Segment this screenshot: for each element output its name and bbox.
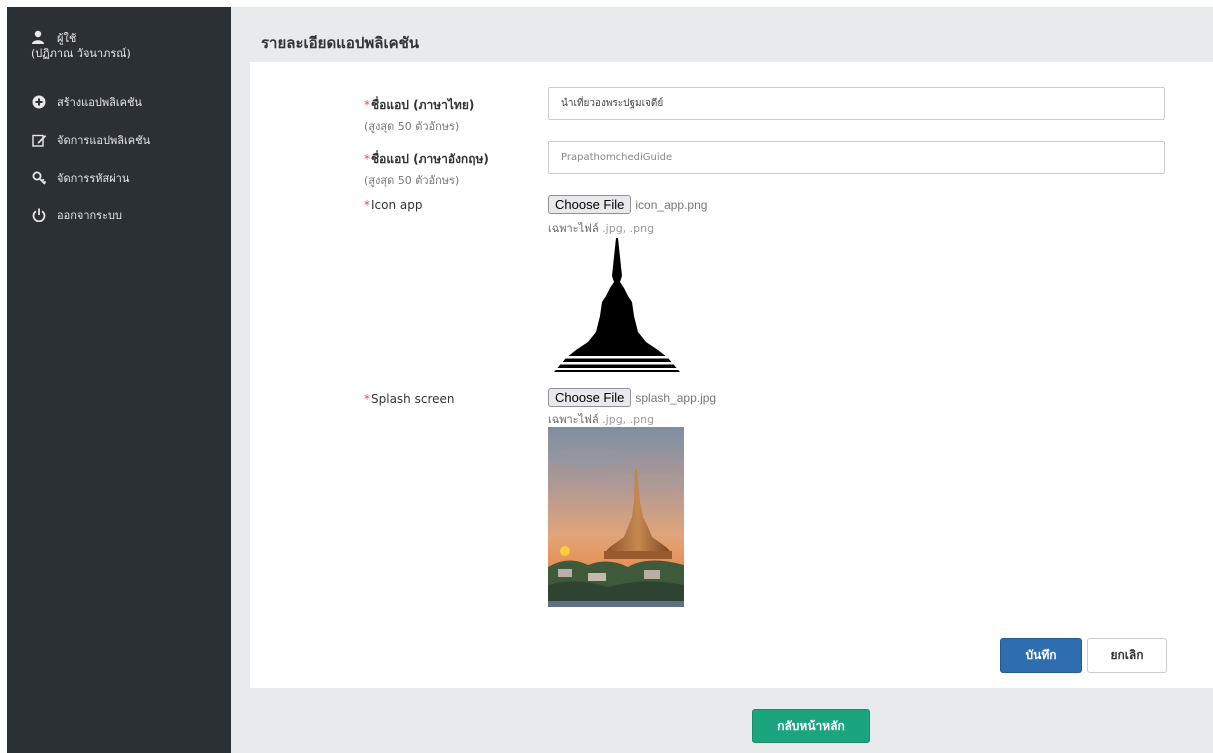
user-icon xyxy=(31,30,47,46)
edit-icon xyxy=(31,132,47,148)
required-mark: * xyxy=(364,152,370,166)
page-title: รายละเอียดแอปพลิเคชัน xyxy=(261,34,420,52)
sidebar-item-label: ออกจากระบบ xyxy=(57,209,122,222)
splash-file-hint: เฉพาะไฟล์ .jpg, .png xyxy=(548,413,655,426)
sidebar-item-create-app[interactable]: สร้างแอปพลิเคชัน xyxy=(31,93,142,111)
user-role: ผู้ใช้ xyxy=(57,31,77,45)
power-icon xyxy=(31,207,47,223)
sidebar-item-label: สร้างแอปพลิเคชัน xyxy=(57,96,142,109)
icon-app-choose-file-button[interactable]: Choose File xyxy=(548,195,632,214)
user-info: ผู้ใช้ (ปฏิภาณ วัจนาภรณ์) xyxy=(31,30,131,61)
required-mark: * xyxy=(364,392,370,406)
splash-screen-file-input: Choose File splash_app.jpg xyxy=(548,388,716,407)
sidebar: ผู้ใช้ (ปฏิภาณ วัจนาภรณ์) สร้างแอปพลิเคช… xyxy=(7,7,231,753)
stupa-icon xyxy=(553,238,681,372)
main-area: รายละเอียดแอปพลิเคชัน *ชื่อแอป (ภาษาไทย)… xyxy=(231,7,1213,753)
splash-file-name: splash_app.jpg xyxy=(635,390,717,405)
sidebar-item-manage-password[interactable]: จัดการรหัสผ่าน xyxy=(31,169,129,187)
splash-screen-preview xyxy=(548,427,684,607)
back-to-home-button[interactable]: กลับหน้าหลัก xyxy=(752,709,870,743)
plus-circle-icon xyxy=(31,94,47,110)
splash-screen-label: *Splash screen xyxy=(364,392,455,406)
required-mark: * xyxy=(364,198,370,212)
required-mark: * xyxy=(364,98,370,112)
app-name-th-input[interactable] xyxy=(548,87,1165,120)
sidebar-item-manage-app[interactable]: จัดการแอปพลิเคชัน xyxy=(31,131,150,149)
icon-app-file-input: Choose File icon_app.png xyxy=(548,195,707,214)
cancel-button[interactable]: ยกเลิก xyxy=(1087,638,1167,673)
icon-app-file-hint: เฉพาะไฟล์ .jpg, .png xyxy=(548,222,655,235)
app-name-th-hint: (สูงสุด 50 ตัวอักษร) xyxy=(364,120,460,133)
splash-photo-image xyxy=(548,427,684,607)
sidebar-item-label: จัดการรหัสผ่าน xyxy=(57,172,130,185)
icon-app-file-name: icon_app.png xyxy=(635,197,708,212)
app-name-en-label: *ชื่อแอป (ภาษาอังกฤษ) xyxy=(364,152,489,166)
icon-app-label: *Icon app xyxy=(364,198,423,212)
user-name: (ปฏิภาณ วัจนาภรณ์) xyxy=(31,47,131,60)
form-card: *ชื่อแอป (ภาษาไทย) (สูงสุด 50 ตัวอักษร) … xyxy=(250,62,1213,688)
key-icon xyxy=(31,170,47,186)
app-name-en-input[interactable] xyxy=(548,141,1165,174)
icon-app-preview xyxy=(550,236,684,374)
app-name-en-hint: (สูงสุด 50 ตัวอักษร) xyxy=(364,174,460,187)
app-name-th-label: *ชื่อแอป (ภาษาไทย) xyxy=(364,98,475,112)
sidebar-item-logout[interactable]: ออกจากระบบ xyxy=(31,206,122,224)
sidebar-item-label: จัดการแอปพลิเคชัน xyxy=(57,134,151,147)
splash-choose-file-button[interactable]: Choose File xyxy=(548,388,632,407)
save-button[interactable]: บันทึก xyxy=(1000,638,1082,673)
